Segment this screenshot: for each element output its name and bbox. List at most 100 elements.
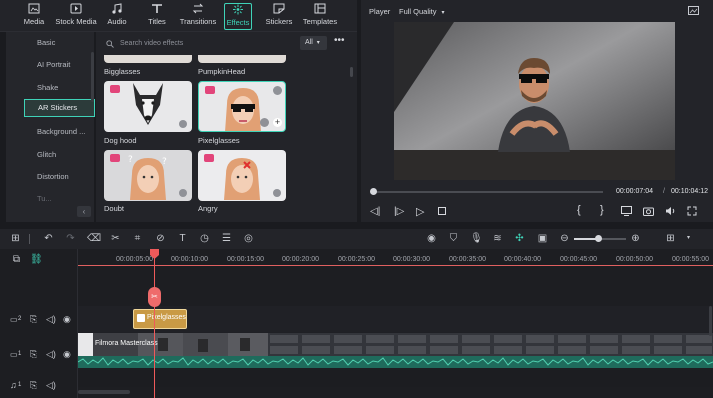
effect-card-doubt[interactable]: ? ? bbox=[104, 150, 192, 201]
quality-dropdown[interactable]: Full Quality ▾ bbox=[399, 7, 445, 16]
card-label-pixelglasses: Pixelglasses bbox=[198, 136, 240, 145]
sidebar-item-glitch[interactable]: Glitch bbox=[6, 146, 94, 164]
stop-button[interactable] bbox=[438, 207, 446, 215]
video-clip[interactable]: Filmora Masterclass bbox=[78, 333, 713, 356]
tab-stickers[interactable]: Stickers bbox=[265, 3, 293, 30]
tab-templates[interactable]: Templates bbox=[303, 3, 337, 30]
folder-icon[interactable]: ⎘ bbox=[30, 349, 37, 360]
sidebar-item-basic[interactable]: Basic bbox=[6, 34, 94, 52]
playback-scrubber[interactable] bbox=[370, 188, 377, 195]
effect-card-angry[interactable] bbox=[198, 150, 286, 201]
sidebar-item-background[interactable]: Background ... bbox=[6, 123, 94, 141]
volume-icon[interactable]: ◁) bbox=[46, 349, 56, 360]
split-button[interactable]: ✂ bbox=[148, 287, 161, 307]
play-icon: ▷ bbox=[416, 206, 425, 218]
microphone-icon[interactable]: 🎙︎ bbox=[470, 233, 483, 244]
crop-icon[interactable]: ⌗ bbox=[132, 233, 143, 244]
timeline-scrollbar[interactable] bbox=[78, 390, 130, 394]
card-thumbnail-pumpkinhead[interactable] bbox=[198, 55, 286, 63]
effect-card-dog-hood[interactable] bbox=[104, 81, 192, 132]
adjust-icon[interactable]: ☰ bbox=[221, 233, 232, 244]
play-reverse-button[interactable]: |▷ bbox=[394, 206, 404, 217]
folder-icon[interactable]: ⎘ bbox=[30, 380, 37, 391]
mark-out-button[interactable]: } bbox=[600, 204, 604, 216]
tab-effects[interactable]: Effects bbox=[224, 3, 252, 30]
download-icon[interactable] bbox=[179, 189, 187, 197]
favorite-icon[interactable] bbox=[273, 86, 282, 95]
card-thumbnail-bigglasses[interactable] bbox=[104, 55, 192, 63]
video-track-icon: ▭ bbox=[10, 350, 18, 359]
more-options-icon[interactable]: ••• bbox=[334, 36, 346, 47]
chevron-down-icon[interactable]: ▾ bbox=[683, 233, 694, 244]
text-tool-icon[interactable]: T bbox=[177, 233, 188, 244]
render-icon[interactable]: ◉ bbox=[426, 233, 437, 244]
ruler-label: 00:00:45:00 bbox=[560, 256, 597, 263]
download-icon[interactable] bbox=[260, 118, 269, 127]
chevron-down-icon: ▾ bbox=[441, 10, 445, 16]
timeline-vertical-scrollbar[interactable] bbox=[709, 306, 712, 336]
mark-in-button[interactable]: { bbox=[577, 204, 581, 216]
sidebar-item-distortion[interactable]: Distortion bbox=[6, 168, 94, 186]
step-back-icon: ◁| bbox=[370, 206, 381, 217]
zoom-slider-knob[interactable] bbox=[595, 235, 602, 242]
add-effect-button[interactable]: + bbox=[273, 118, 282, 127]
sidebar-item-shake[interactable]: Shake bbox=[6, 79, 94, 97]
sidebar-scrollbar[interactable] bbox=[91, 52, 94, 102]
snapshot-icon[interactable] bbox=[688, 6, 699, 15]
auto-ripple-icon[interactable]: ✣ bbox=[514, 233, 525, 244]
tab-stock-media[interactable]: Stock Media bbox=[55, 3, 97, 30]
layout-icon[interactable]: ⊞ bbox=[10, 233, 21, 244]
volume-icon[interactable] bbox=[665, 206, 676, 216]
video-preview[interactable] bbox=[394, 22, 675, 180]
download-icon[interactable] bbox=[179, 120, 187, 128]
zoom-in-icon[interactable]: ⊕ bbox=[630, 233, 641, 244]
download-icon[interactable] bbox=[273, 189, 281, 197]
total-time: 00:10:04:12 bbox=[671, 188, 708, 195]
track-lane-audio[interactable] bbox=[78, 370, 713, 387]
premium-crown-icon bbox=[110, 154, 120, 162]
tab-transitions[interactable]: Transitions bbox=[180, 3, 216, 30]
redo-icon[interactable]: ↷ bbox=[65, 233, 76, 244]
add-track-icon[interactable]: ⧉ bbox=[11, 254, 22, 265]
timeline-panel: ⧉ ⛓ 00:00:05:00 00:00:10:00 00:00:15:00 … bbox=[0, 249, 713, 398]
audio-mixer-icon[interactable]: ≋ bbox=[492, 233, 503, 244]
grid-scrollbar[interactable] bbox=[350, 67, 353, 77]
eye-icon[interactable]: ◉ bbox=[63, 349, 71, 360]
camera-icon[interactable] bbox=[643, 206, 654, 216]
ruler-label: 00:00:55:00 bbox=[672, 256, 709, 263]
mark-out-icon: } bbox=[600, 204, 604, 216]
fullscreen-icon[interactable] bbox=[687, 206, 697, 216]
play-button[interactable]: ▷ bbox=[416, 205, 424, 218]
tab-audio[interactable]: Audio bbox=[104, 3, 130, 30]
volume-icon[interactable]: ◁) bbox=[46, 380, 56, 391]
display-icon[interactable] bbox=[621, 206, 632, 216]
folder-icon[interactable]: ⎘ bbox=[30, 314, 37, 325]
sidebar-item-ar-stickers[interactable]: AR Stickers bbox=[24, 99, 95, 117]
previous-frame-button[interactable]: ◁| bbox=[370, 206, 380, 217]
scissors-icon[interactable]: ✂ bbox=[110, 233, 121, 244]
filter-dropdown[interactable]: All ▾ bbox=[300, 36, 327, 50]
link-icon[interactable]: ⛓ bbox=[30, 254, 43, 265]
zoom-out-icon[interactable]: ⊖ bbox=[559, 233, 570, 244]
marker-icon[interactable]: ⛉ bbox=[448, 233, 459, 244]
effect-card-pixelglasses[interactable]: + bbox=[198, 81, 286, 132]
color-icon[interactable]: ◎ bbox=[243, 233, 254, 244]
timeline-ruler[interactable]: 00:00:05:00 00:00:10:00 00:00:15:00 00:0… bbox=[78, 249, 713, 266]
volume-icon[interactable]: ◁) bbox=[46, 314, 56, 325]
search-input[interactable]: Search video effects bbox=[106, 37, 296, 50]
sidebar-item-ai-portrait[interactable]: AI Portrait bbox=[6, 56, 94, 74]
tab-media[interactable]: Media bbox=[20, 3, 48, 30]
eye-icon[interactable]: ◉ bbox=[63, 314, 71, 325]
delete-icon[interactable]: ⌫ bbox=[87, 233, 101, 244]
track-number: 1 bbox=[18, 351, 22, 357]
mark-in-icon: { bbox=[577, 204, 581, 216]
tab-titles[interactable]: Titles bbox=[145, 3, 169, 30]
speed-icon[interactable]: ◷ bbox=[199, 233, 210, 244]
pip-icon[interactable]: ▣ bbox=[537, 233, 548, 244]
effect-clip-pixelglasses[interactable]: Pixelglasses bbox=[133, 309, 187, 329]
undo-icon[interactable]: ↶ bbox=[43, 233, 54, 244]
grid-view-icon[interactable]: ⊞ bbox=[665, 233, 676, 244]
playback-progress-track[interactable] bbox=[371, 191, 603, 193]
mask-icon[interactable]: ⊘ bbox=[155, 233, 166, 244]
collapse-sidebar-button[interactable]: ‹ bbox=[77, 206, 91, 217]
